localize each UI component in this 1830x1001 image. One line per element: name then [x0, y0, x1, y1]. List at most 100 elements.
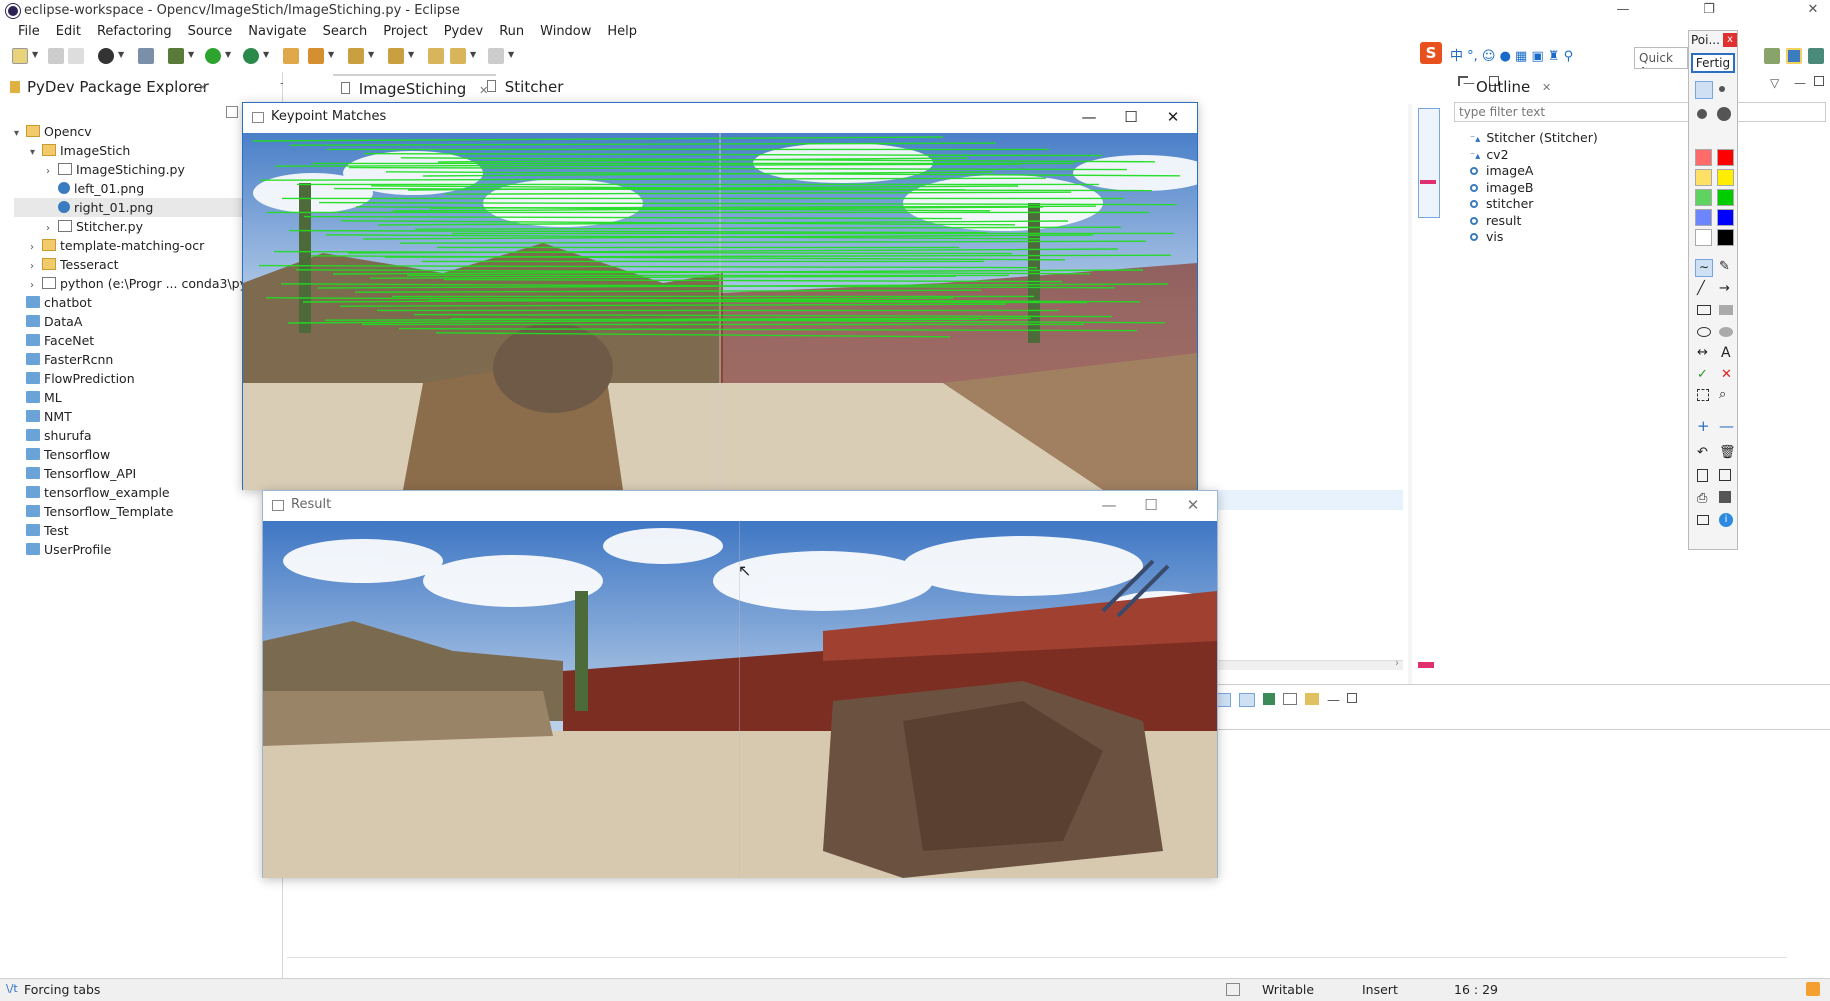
menu-edit[interactable]: Edit	[48, 22, 89, 42]
done-button[interactable]: Fertig	[1691, 53, 1735, 73]
filled-ellipse-tool-icon[interactable]	[1719, 327, 1733, 337]
menu-refactoring[interactable]: Refactoring	[89, 22, 180, 42]
maximize-button[interactable]: ☐	[1111, 105, 1151, 129]
tree-item[interactable]: FasterRcnn	[14, 350, 244, 369]
small-dot-tool-icon[interactable]	[1695, 81, 1713, 99]
check-tool-icon[interactable]: ✓	[1697, 367, 1708, 382]
status-forcing-tabs[interactable]: Forcing tabs	[24, 982, 100, 997]
tree-item[interactable]: › Tesseract	[14, 255, 244, 274]
undo-icon[interactable]: ↶	[1697, 445, 1708, 460]
pydev-dropdown-icon[interactable]: ▼	[118, 50, 124, 59]
tree-item[interactable]: DataA	[14, 312, 244, 331]
save-icon[interactable]	[1719, 491, 1731, 503]
perspective-pydev-icon[interactable]	[1786, 48, 1802, 64]
minimize-button[interactable]: —	[1089, 493, 1129, 517]
error-marker-bottom[interactable]	[1418, 662, 1434, 668]
outline-filter-input[interactable]: type filter text	[1454, 102, 1826, 122]
color-swatch[interactable]	[1717, 229, 1734, 246]
color-swatch[interactable]	[1695, 189, 1712, 206]
tree-item[interactable]: left_01.png	[14, 179, 244, 198]
delete-icon[interactable]: 🗑	[1719, 445, 1736, 460]
perspective-java-icon[interactable]	[1764, 48, 1780, 64]
open-console-icon[interactable]	[1305, 693, 1319, 705]
tree-item[interactable]: right_01.png	[14, 198, 244, 217]
save-all-icon[interactable]	[68, 48, 84, 64]
tree-item[interactable]: shurufa	[14, 426, 244, 445]
last-edit-icon[interactable]	[428, 48, 444, 64]
eraser-tool-icon[interactable]: ✎	[1719, 259, 1730, 274]
forward-icon[interactable]	[488, 48, 504, 64]
menu-pydev[interactable]: Pydev	[436, 22, 491, 42]
menu-search[interactable]: Search	[315, 22, 376, 42]
tree-item[interactable]: › Stitcher.py	[14, 217, 244, 236]
arrow-tool-icon[interactable]: →	[1719, 281, 1730, 296]
zoom-tool-icon[interactable]: ⌕	[1719, 387, 1726, 402]
ellipse-tool-icon[interactable]	[1697, 327, 1711, 337]
new-page-icon[interactable]	[1697, 469, 1708, 482]
tree-item[interactable]: NMT	[14, 407, 244, 426]
tree-item[interactable]: ▾ ImageStich	[14, 141, 244, 160]
tree-item[interactable]: Tensorflow_Template	[14, 502, 244, 521]
notification-icon[interactable]	[1806, 982, 1820, 996]
expand-toggle-icon[interactable]: ▾	[14, 124, 26, 143]
color-swatch[interactable]	[1717, 169, 1734, 186]
tree-item[interactable]: › template-matching-ocr	[14, 236, 244, 255]
close-button[interactable]: ✕	[1790, 0, 1830, 22]
minimize-button[interactable]: —	[1069, 105, 1109, 129]
restore-button[interactable]: ❐	[1686, 0, 1732, 22]
close-tab-icon[interactable]: ✕	[198, 81, 207, 94]
tab-imagestiching[interactable]: ImageStiching ✕	[333, 74, 497, 100]
tree-item[interactable]: UserProfile	[14, 540, 244, 559]
menu-window[interactable]: Window	[532, 22, 599, 42]
open-console-icon[interactable]	[138, 48, 154, 64]
back-dropdown-icon[interactable]: ▼	[470, 50, 476, 59]
tree-item[interactable]: › ImageStiching.py	[14, 160, 244, 179]
tree-item[interactable]: ML	[14, 388, 244, 407]
tree-item[interactable]: Tensorflow_API	[14, 464, 244, 483]
menu-run[interactable]: Run	[491, 22, 532, 42]
run-icon[interactable]	[205, 48, 221, 64]
palette-close-button[interactable]: x	[1723, 33, 1737, 47]
console-vscrollbar[interactable]	[1816, 735, 1826, 955]
result-window[interactable]: Result — ☐ ✕ ↖	[262, 490, 1218, 878]
menu-navigate[interactable]: Navigate	[240, 22, 314, 42]
tree-item[interactable]: Tensorflow	[14, 445, 244, 464]
new-dropdown-icon[interactable]: ▼	[32, 50, 38, 59]
display-console-icon[interactable]	[1283, 693, 1297, 705]
pin-console-icon[interactable]	[1263, 693, 1275, 705]
collapse-all-icon[interactable]	[226, 106, 238, 118]
color-swatch[interactable]	[1717, 149, 1734, 166]
expand-toggle-icon[interactable]: ▾	[30, 143, 42, 162]
debug-icon[interactable]	[168, 48, 184, 64]
tree-item[interactable]: ▾ Opencv	[14, 122, 244, 141]
tree-item[interactable]: FlowPrediction	[14, 369, 244, 388]
menu-file[interactable]: File	[10, 22, 48, 42]
open-type-icon[interactable]	[283, 48, 299, 64]
color-swatch[interactable]	[1717, 209, 1734, 226]
minimize-view-icon[interactable]: —	[1794, 76, 1806, 90]
next-annotation-icon[interactable]	[348, 48, 364, 64]
scroll-right-icon[interactable]: ›	[1395, 658, 1399, 669]
color-swatch[interactable]	[1695, 149, 1712, 166]
print-icon[interactable]: ⎙	[1697, 491, 1707, 506]
tab-stitcher[interactable]: Stitcher	[479, 74, 571, 100]
close-button[interactable]: ✕	[1173, 493, 1213, 517]
maximize-view-icon[interactable]	[1814, 76, 1824, 86]
maximize-button[interactable]: ☐	[1131, 493, 1171, 517]
zoom-in-icon[interactable]: +	[1697, 417, 1710, 435]
zoom-out-icon[interactable]: —	[1719, 417, 1734, 435]
view-menu-icon[interactable]: ▽	[1770, 76, 1779, 90]
error-marker[interactable]	[1420, 180, 1436, 184]
double-arrow-tool-icon[interactable]: ↔	[1697, 345, 1708, 360]
color-swatch[interactable]	[1695, 209, 1712, 226]
menu-help[interactable]: Help	[599, 22, 645, 42]
minimize-button[interactable]: —	[1600, 0, 1646, 22]
text-tool-icon[interactable]: A	[1721, 345, 1731, 361]
run-dropdown-icon[interactable]: ▼	[225, 50, 231, 59]
debug-dropdown-icon[interactable]: ▼	[188, 50, 194, 59]
show-on-error-icon[interactable]	[1239, 693, 1255, 707]
keypoint-matches-window[interactable]: Keypoint Matches — ☐ ✕	[242, 102, 1198, 490]
minimize-view-icon[interactable]: —	[1327, 693, 1340, 708]
tree-item[interactable]: › python (e:\Progr ... conda3\pyth	[14, 274, 260, 293]
new-icon[interactable]	[12, 48, 28, 64]
